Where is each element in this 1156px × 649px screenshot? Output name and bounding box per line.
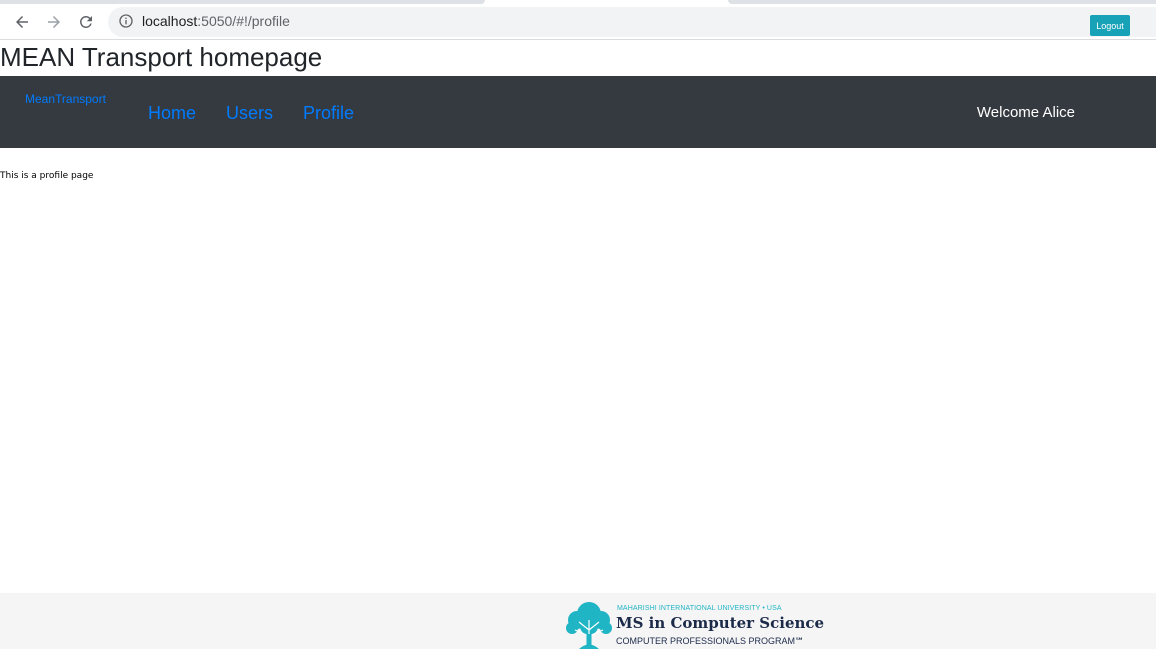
forward-button[interactable] [40, 8, 68, 36]
reload-button[interactable] [72, 8, 100, 36]
forward-arrow-icon [48, 16, 60, 28]
back-arrow-icon [16, 16, 28, 28]
footer-logo-university: MAHARISHI INTERNATIONAL UNIVERSITY • USA [617, 605, 782, 612]
footer-logo-program: MS in Computer Science [616, 614, 825, 632]
url-text: localhost:5050/#!/profile [142, 13, 290, 29]
back-button[interactable] [8, 8, 36, 36]
logout-button[interactable]: Logout [1090, 15, 1130, 36]
info-icon[interactable] [118, 13, 134, 29]
tree-logo-icon [566, 602, 612, 649]
url-host: localhost [142, 13, 198, 29]
nav-links: Home Users Profile [148, 103, 354, 123]
address-bar[interactable]: localhost:5050/#!/profile [108, 7, 1156, 37]
page-title: MEAN Transport homepage [0, 42, 323, 72]
nav-link-home[interactable]: Home [148, 103, 196, 123]
profile-page-text: This is a profile page [0, 171, 94, 181]
navbar-brand-link[interactable]: MeanTransport [25, 92, 106, 106]
app-navbar: MeanTransport Home Users Profile Welcome… [0, 76, 1156, 148]
reload-icon [79, 15, 92, 28]
welcome-text: Welcome Alice [976, 104, 1075, 121]
nav-link-profile[interactable]: Profile [303, 103, 354, 123]
browser-toolbar: localhost:5050/#!/profile [0, 4, 1156, 40]
nav-link-users[interactable]: Users [226, 103, 273, 123]
url-path: :5050/#!/profile [197, 13, 290, 29]
footer-logo-subtitle: COMPUTER PROFESSIONALS PROGRAM℠ [616, 636, 805, 646]
